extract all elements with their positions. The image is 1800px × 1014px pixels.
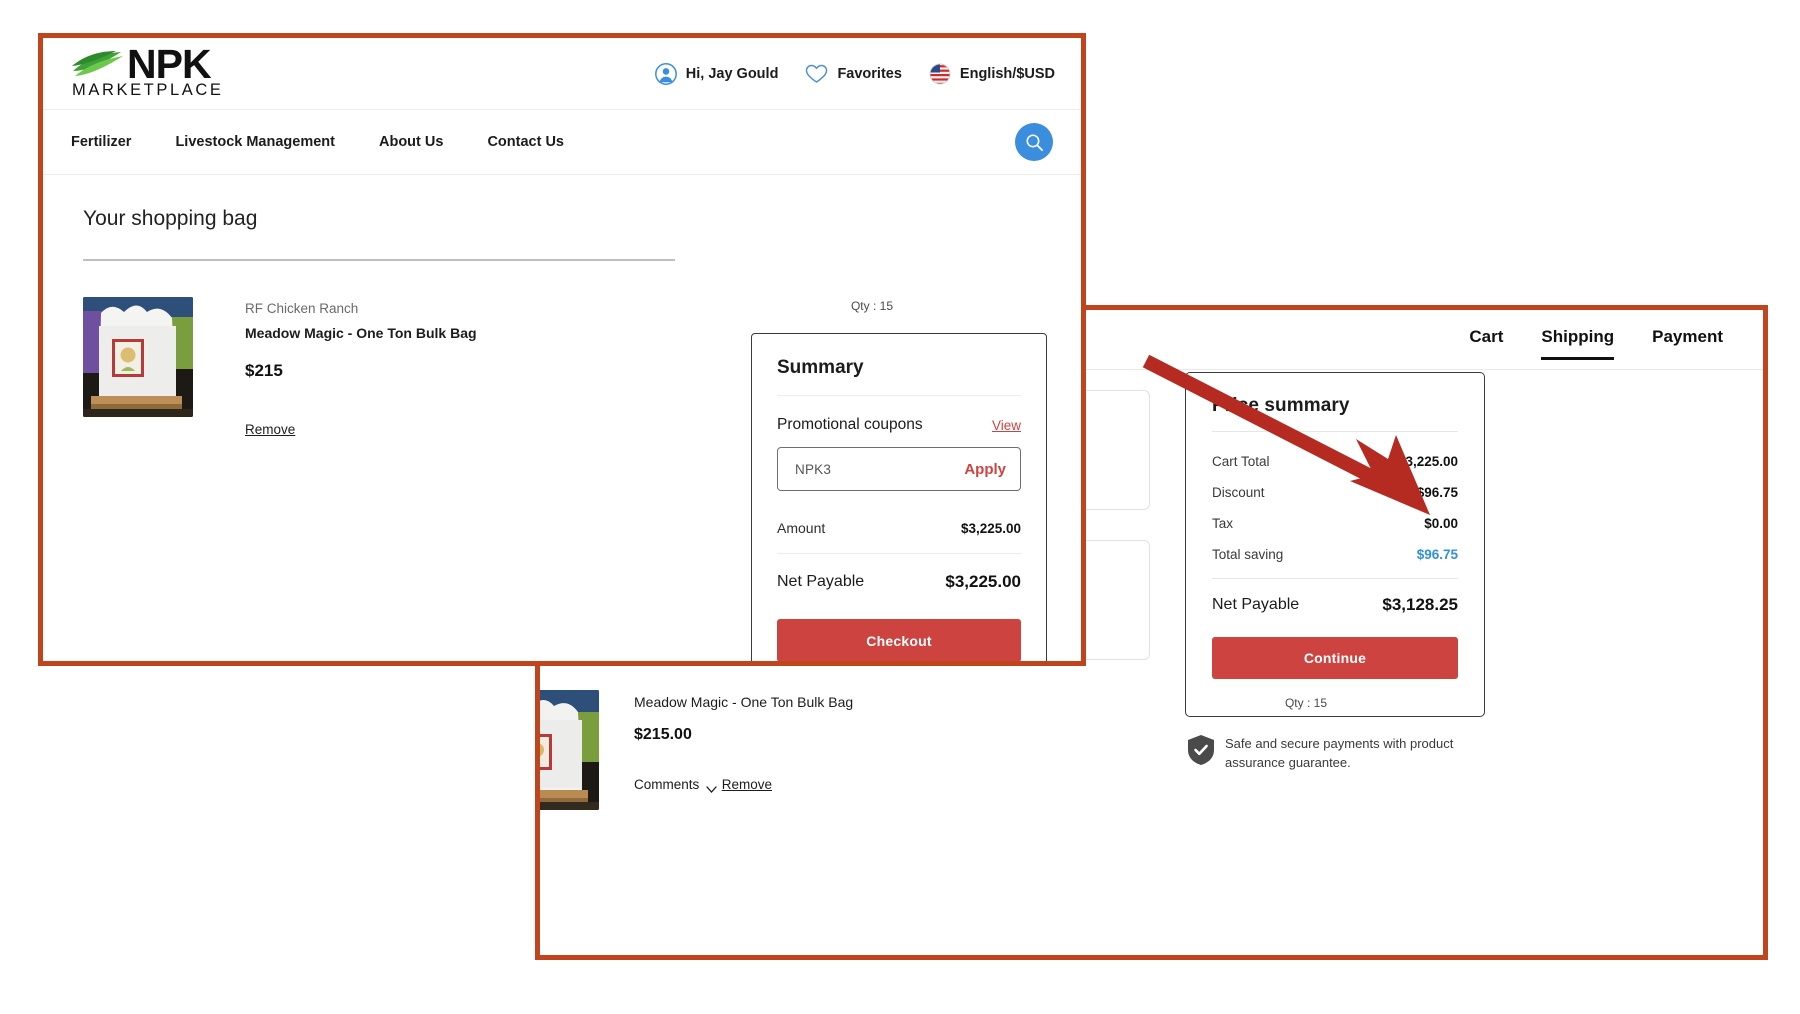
favorites-link[interactable]: Favorites [805, 64, 902, 84]
search-icon [1025, 133, 1044, 152]
comments-toggle[interactable]: Comments [634, 777, 717, 793]
shopping-bag-body: Your shopping bag RF Chicken Ranch Meado… [43, 175, 1081, 661]
net-payable-value: $3,225.00 [945, 572, 1021, 591]
account-label: Hi, Jay Gould [685, 65, 779, 82]
tab-payment-label: Payment [1652, 327, 1723, 346]
price-row-total-saving: Total saving $96.75 [1212, 547, 1458, 562]
product-image [540, 690, 599, 810]
summary-divider [777, 395, 1021, 396]
tab-shipping-label: Shipping [1541, 327, 1615, 346]
heart-icon [805, 64, 828, 84]
leaf-logo-icon [71, 49, 125, 79]
cart-item-row-back: Meadow Magic - One Ton Bulk Bag $215.00 … [540, 690, 1327, 810]
header-actions: Hi, Jay Gould Favorites English/$USD [654, 62, 1055, 85]
tab-payment[interactable]: Payment [1652, 310, 1723, 370]
chevron-down-icon [706, 781, 717, 793]
amount-value: $3,225.00 [960, 520, 1021, 536]
price-row-discount: Discount -$96.75 [1212, 485, 1458, 500]
product-info: Meadow Magic - One Ton Bulk Bag $215.00 … [634, 690, 1327, 808]
summary-net-payable-row: Net Payable $3,225.00 [777, 572, 1021, 592]
price-row-label: Discount [1212, 485, 1265, 500]
price-row-label: Tax [1212, 516, 1234, 531]
coupon-code-input[interactable] [795, 461, 925, 477]
product-seller: RF Chicken Ranch [245, 301, 359, 316]
summary-card: Summary Promotional coupons View Apply A… [751, 333, 1047, 661]
remove-item-link[interactable]: Remove [722, 777, 772, 792]
coupon-input-group[interactable]: Apply [777, 447, 1021, 491]
price-row-cart-total: Cart Total $3,225.00 [1212, 454, 1458, 469]
net-payable-label: Net Payable [777, 573, 865, 590]
price-summary-card: Price summary Cart Total $3,225.00 Disco… [1185, 372, 1485, 717]
cart-item-row-front: RF Chicken Ranch Meadow Magic - One Ton … [83, 297, 893, 439]
nav-item-about-us[interactable]: About Us [379, 134, 443, 150]
remove-item-link[interactable]: Remove [245, 422, 295, 437]
product-price: $215.00 [634, 726, 692, 743]
product-name: Meadow Magic - One Ton Bulk Bag [245, 325, 477, 341]
account-menu[interactable]: Hi, Jay Gould [654, 62, 779, 85]
promotional-coupons-label: Promotional coupons [777, 416, 923, 433]
net-payable-value: $3,128.25 [1382, 595, 1458, 614]
nav-links: Fertilizer Livestock Management About Us… [71, 134, 564, 150]
screenshot-stage: Cart Shipping Payment Price summary Cart… [0, 0, 1800, 1014]
product-quantity: Qty : 15 [1284, 696, 1327, 710]
npk-marketplace-logo[interactable]: NPK MARKETPLACE [71, 41, 224, 100]
amount-label: Amount [777, 520, 826, 536]
tab-shipping[interactable]: Shipping [1541, 310, 1614, 370]
checkout-button[interactable]: Checkout [777, 619, 1021, 661]
search-button[interactable] [1015, 123, 1053, 161]
product-price: $215 [245, 361, 283, 380]
logo-text-npk: NPK [127, 41, 212, 88]
shield-check-icon [1188, 735, 1214, 765]
price-summary-divider-2 [1212, 578, 1458, 579]
title-divider [83, 259, 675, 261]
us-flag-icon [929, 63, 951, 85]
price-net-payable-row: Net Payable $3,128.25 [1212, 595, 1458, 615]
tab-cart[interactable]: Cart [1469, 310, 1503, 370]
view-coupons-link[interactable]: View [992, 418, 1021, 433]
apply-coupon-button[interactable]: Apply [964, 461, 1006, 478]
tab-cart-label: Cart [1469, 327, 1504, 346]
summary-divider-2 [777, 553, 1021, 554]
page-title: Your shopping bag [83, 207, 258, 230]
logo-text-marketplace: MARKETPLACE [72, 81, 224, 100]
main-navigation: Fertilizer Livestock Management About Us… [43, 110, 1081, 175]
price-row-tax: Tax $0.00 [1212, 516, 1458, 531]
nav-item-contact-us[interactable]: Contact Us [487, 134, 564, 150]
comments-label: Comments [634, 777, 700, 792]
price-summary-title: Price summary [1212, 395, 1350, 416]
price-row-value: $3,225.00 [1397, 454, 1458, 469]
product-info: RF Chicken Ranch Meadow Magic - One Ton … [245, 297, 893, 439]
favorites-label: Favorites [837, 65, 902, 82]
product-quantity: Qty : 15 [850, 299, 893, 313]
nav-item-fertilizer[interactable]: Fertilizer [71, 134, 131, 150]
summary-amount-row: Amount $3,225.00 [777, 520, 1021, 553]
locale-selector[interactable]: English/$USD [929, 63, 1055, 85]
net-payable-label: Net Payable [1212, 596, 1300, 613]
shopping-bag-window: NPK MARKETPLACE Hi, Jay Gould Favorites … [38, 33, 1086, 666]
continue-button[interactable]: Continue [1212, 637, 1458, 679]
user-avatar-icon [654, 62, 677, 85]
price-row-value: $96.75 [1416, 547, 1458, 562]
promotional-coupons-header: Promotional coupons View [777, 416, 1021, 434]
secure-payment-text: Safe and secure payments with product as… [1225, 736, 1454, 770]
price-summary-divider [1212, 431, 1458, 432]
locale-label: English/$USD [959, 65, 1055, 82]
price-row-value: -$96.75 [1412, 485, 1458, 500]
product-name: Meadow Magic - One Ton Bulk Bag [634, 694, 854, 710]
price-row-label: Total saving [1212, 547, 1284, 562]
summary-title: Summary [777, 357, 864, 378]
site-header: NPK MARKETPLACE Hi, Jay Gould Favorites … [43, 38, 1081, 110]
checkout-step-tabs: Cart Shipping Payment [1469, 310, 1723, 370]
price-row-value: $0.00 [1424, 516, 1458, 531]
secure-payment-note-back: Safe and secure payments with product as… [1188, 735, 1498, 773]
product-image [83, 297, 193, 417]
nav-item-livestock-management[interactable]: Livestock Management [175, 134, 335, 150]
price-row-label: Cart Total [1212, 454, 1270, 469]
